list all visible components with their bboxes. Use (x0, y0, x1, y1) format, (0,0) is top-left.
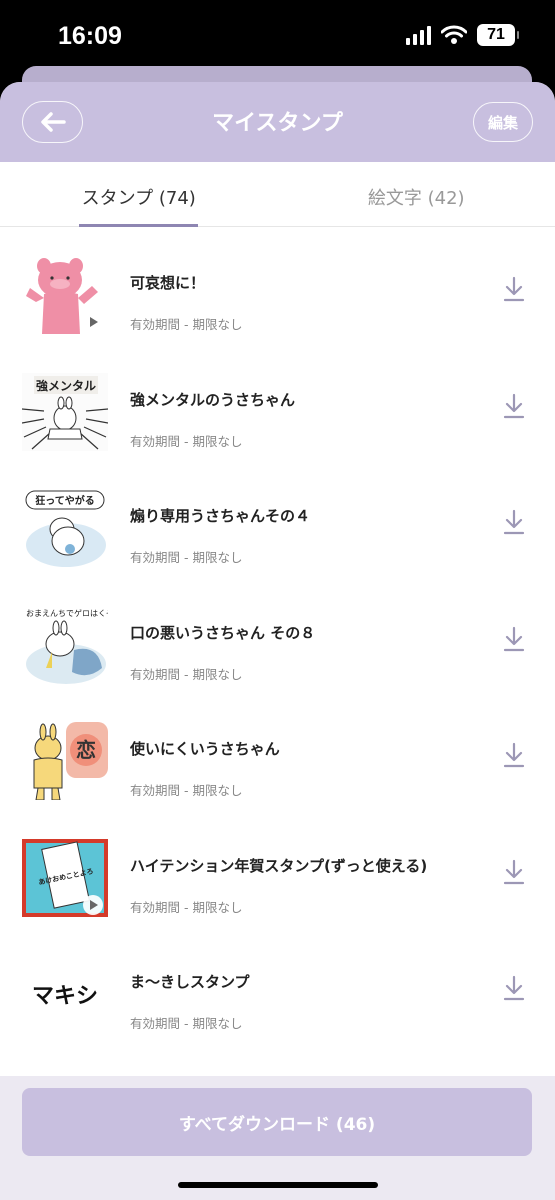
sticker-thumbnail: あけおめことよろ (22, 838, 108, 917)
active-tab-indicator (79, 224, 198, 227)
download-icon[interactable] (503, 276, 525, 302)
sticker-thumb-text: 恋 (76, 738, 96, 762)
list-item[interactable]: おまえんちでゲロはくぞ 口の悪いうさちゃん その８ 有効期間 - 期限なし (0, 578, 555, 695)
list-item[interactable]: あけおめことよろ ハイテンション年賀スタンプ(ずっと使える) 有効期間 - 期限… (0, 811, 555, 928)
tab-bar: スタンプ (74) 絵文字 (42) (0, 162, 555, 227)
sticker-thumbnail: 恋 (33, 722, 108, 800)
download-icon[interactable] (503, 509, 525, 535)
sticker-validity: 有効期間 - 期限なし (130, 550, 243, 565)
list-item[interactable]: 可哀想に！ 有効期間 - 期限なし (0, 228, 555, 345)
sticker-validity: 有効期間 - 期限なし (130, 899, 243, 915)
bottom-bar: すべてダウンロード (46) (0, 1076, 555, 1200)
sticker-thumbnail (26, 258, 103, 334)
list-item[interactable]: 狂ってやがる 煽り専用うさちゃんその４ 有効期間 - 期限なし (0, 461, 555, 578)
download-icon[interactable] (503, 975, 525, 1001)
home-indicator[interactable] (178, 1182, 378, 1188)
download-icon[interactable] (503, 742, 525, 768)
sticker-name: ま〜きしスタンプ (130, 973, 250, 991)
status-time: 16:09 (58, 22, 122, 50)
battery-icon: 71 (477, 24, 519, 46)
tab-emoji[interactable]: 絵文字 (42) (278, 162, 555, 226)
tab-stickers[interactable]: スタンプ (74) (0, 162, 278, 227)
header: マイスタンプ 編集 (0, 82, 555, 162)
sticker-name: 使いにくいうさちゃん (130, 740, 280, 758)
sticker-list: 可哀想に！ 有効期間 - 期限なし 強メンタル 強メンタルのうさちゃん 有効期間… (0, 228, 555, 1128)
download-icon[interactable] (503, 626, 525, 652)
sticker-name: 可哀想に！ (130, 274, 206, 292)
sticker-name: ハイテンション年賀スタンプ(ずっと使える) (130, 856, 428, 875)
download-all-button[interactable]: すべてダウンロード (46) (22, 1088, 532, 1156)
sticker-thumb-text: 強メンタル (36, 378, 96, 393)
list-item[interactable]: 強メンタル 強メンタルのうさちゃん 有効期間 - 期限なし (0, 345, 555, 462)
sticker-thumbnail: マキシ (32, 984, 98, 1009)
sticker-name: 口の悪いうさちゃん その８ (130, 623, 316, 642)
sticker-validity: 有効期間 - 期限なし (130, 1016, 243, 1031)
sticker-thumbnail: 狂ってやがる (25, 490, 106, 567)
tab-emoji-label: 絵文字 (42) (367, 188, 465, 209)
page-title: マイスタンプ (212, 111, 343, 136)
sticker-validity: 有効期間 - 期限なし (130, 317, 243, 332)
sticker-thumb-text: おまえんちでゲロはくぞ (26, 608, 108, 618)
wifi-icon (441, 25, 467, 44)
sticker-validity: 有効期間 - 期限なし (130, 433, 243, 449)
status-bar: 16:09 71 (0, 0, 555, 70)
sticker-thumb-text: マキシ (32, 984, 98, 1009)
edit-button[interactable]: 編集 (473, 102, 533, 142)
sticker-validity: 有効期間 - 期限なし (130, 783, 243, 798)
sticker-thumbnail: おまえんちでゲロはくぞ (26, 608, 108, 684)
tab-stickers-label: スタンプ (74) (81, 188, 196, 209)
sticker-thumb-text: 狂ってやがる (35, 494, 95, 507)
status-icons: 71 (406, 24, 519, 46)
sticker-name: 強メンタルのうさちゃん (130, 390, 296, 409)
sticker-thumbnail: 強メンタル (22, 372, 108, 451)
sticker-name: 煽り専用うさちゃんその４ (130, 507, 311, 525)
download-icon[interactable] (503, 859, 525, 885)
signal-icon (406, 25, 431, 45)
list-item[interactable]: 恋 使いにくいうさちゃん 有効期間 - 期限なし (0, 694, 555, 811)
download-icon[interactable] (503, 393, 525, 419)
list-item[interactable]: マキシ ま〜きしスタンプ 有効期間 - 期限なし (0, 927, 555, 1044)
sticker-validity: 有効期間 - 期限なし (130, 666, 243, 682)
